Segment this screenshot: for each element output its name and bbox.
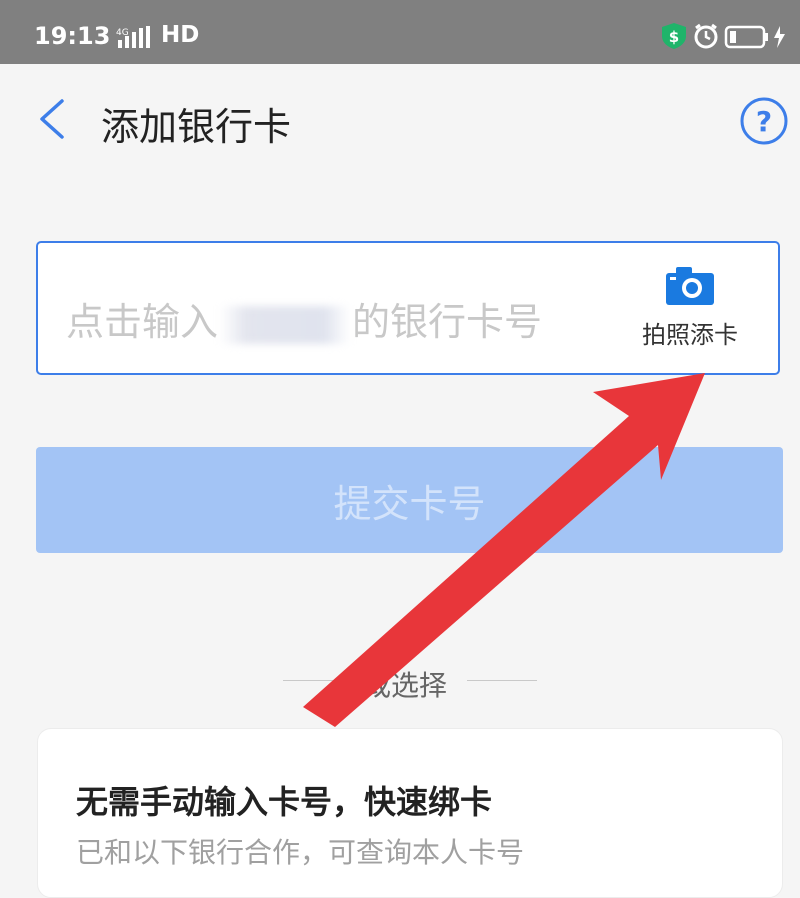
- hd-label: HD: [161, 22, 200, 48]
- question-circle-icon: ?: [740, 97, 788, 145]
- placeholder-prefix: 点击输入: [66, 300, 219, 344]
- quick-bind-subtitle: 已和以下银行合作，可查询本人卡号: [76, 836, 525, 869]
- header: 添加银行卡 ?: [0, 64, 800, 172]
- submit-card-button[interactable]: 提交卡号: [36, 447, 783, 553]
- photo-add-card-button[interactable]: 拍照添卡: [630, 265, 750, 355]
- svg-text:?: ?: [756, 105, 772, 138]
- page-title: 添加银行卡: [101, 105, 292, 149]
- shield-dollar-icon: $: [662, 23, 686, 49]
- alarm-icon: [694, 23, 718, 49]
- chevron-left-icon: [40, 99, 64, 139]
- signal-icon: 4G: [116, 26, 160, 54]
- photo-add-label: 拍照添卡: [642, 321, 738, 349]
- divider-line-right: [467, 680, 537, 681]
- battery-icon: [724, 25, 768, 49]
- card-number-placeholder: 点击输入 的银行卡号: [66, 291, 542, 346]
- or-divider: 或选择: [283, 664, 537, 702]
- divider-line-left: [283, 680, 353, 681]
- camera-icon: [666, 267, 714, 305]
- quick-bind-title: 无需手动输入卡号，快速绑卡: [76, 783, 493, 821]
- back-button[interactable]: [34, 97, 70, 141]
- blurred-name: [220, 305, 351, 344]
- charging-icon: [774, 26, 785, 48]
- status-right-icons: $: [660, 22, 788, 54]
- status-bar: 19:13 4G HD $: [0, 0, 800, 64]
- status-time: 19:13: [34, 22, 111, 50]
- quick-bind-card[interactable]: 无需手动输入卡号，快速绑卡 已和以下银行合作，可查询本人卡号: [37, 728, 783, 898]
- card-number-input[interactable]: 点击输入 的银行卡号 拍照添卡: [36, 241, 780, 375]
- help-button[interactable]: ?: [739, 96, 789, 146]
- placeholder-suffix: 的银行卡号: [352, 300, 543, 344]
- or-choose-text: 或选择: [363, 669, 448, 702]
- svg-text:$: $: [669, 28, 679, 46]
